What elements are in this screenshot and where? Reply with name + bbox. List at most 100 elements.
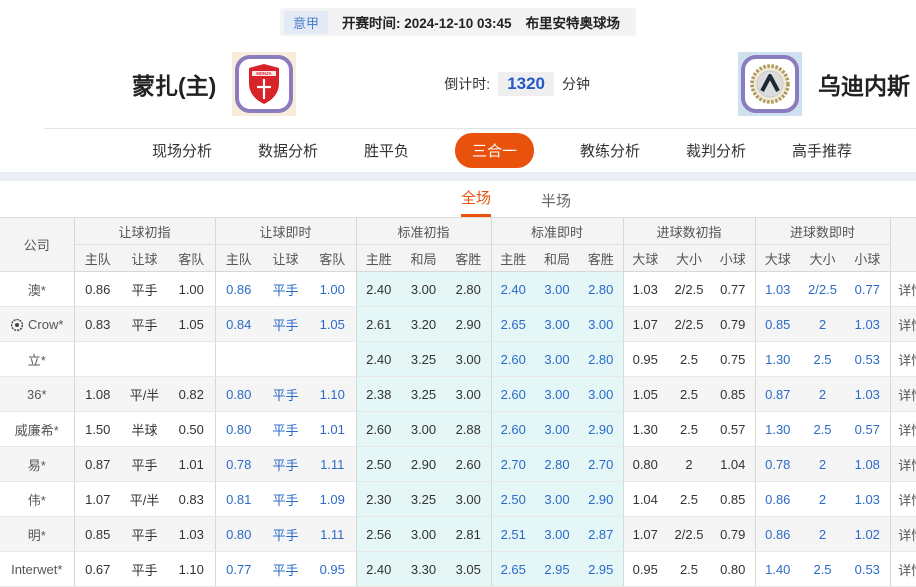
tab-data-analysis[interactable]: 数据分析: [258, 140, 318, 161]
odds-cell: 3.00: [535, 516, 579, 552]
odds-cell: 0.86: [754, 516, 801, 552]
odds-cell: 1.03: [845, 481, 891, 517]
tab-referee-analysis[interactable]: 裁判分析: [686, 140, 746, 161]
crow-bookmaker-icon: [10, 318, 24, 331]
detail-link[interactable]: 详情: [889, 481, 916, 517]
countdown: 倒计时: 1320 分钟: [296, 72, 738, 96]
odds-cell: 0.80: [622, 446, 667, 482]
kickoff-label: 开赛时间:: [341, 16, 401, 31]
away-team: 乌迪内斯: [738, 52, 910, 116]
udinese-logo: [741, 55, 799, 113]
svg-text:MONZA: MONZA: [257, 71, 272, 76]
kickoff-value: 2024-12-10 03:45: [404, 16, 512, 31]
odds-cell: 2/2.5: [667, 306, 711, 342]
bookmaker-cell: 易*: [0, 446, 75, 482]
subheader: 大小: [800, 244, 846, 272]
odds-cell: 1.01: [168, 446, 215, 482]
subheader: 和局: [401, 244, 446, 272]
odds-cell: 2: [800, 306, 846, 342]
odds-cell: 2.51: [490, 516, 535, 552]
odds-cell: 2.40: [355, 341, 401, 377]
subheader: 主胜: [355, 244, 401, 272]
odds-cell: 0.67: [74, 551, 121, 587]
odds-cell: [214, 341, 262, 377]
detail-link[interactable]: 详情: [889, 271, 916, 307]
detail-column-header: [889, 217, 916, 272]
tab-half-match[interactable]: 半场: [541, 190, 571, 217]
odds-cell: 2.65: [490, 551, 535, 587]
odds-cell: 3.00: [535, 411, 579, 447]
odds-cell: 0.86: [754, 481, 801, 517]
bookmaker-name: 澳*: [27, 282, 46, 298]
detail-link[interactable]: 详情: [889, 516, 916, 552]
group-header-goals-live: 进球数即时: [754, 217, 891, 245]
odds-cell: 3.05: [446, 551, 491, 587]
subheader: 客队: [309, 244, 356, 272]
period-tabs: 全场 半场: [58, 181, 916, 217]
odds-cell: 平手: [262, 481, 309, 517]
monza-shield-icon: MONZA: [249, 64, 280, 104]
odds-cell: 1.40: [754, 551, 801, 587]
bookmaker-cell: 威廉希*: [0, 411, 75, 447]
odds-cell: 2.30: [355, 481, 401, 517]
odds-cell: 0.77: [845, 271, 891, 307]
detail-link[interactable]: 详情: [889, 306, 916, 342]
odds-cell: 3.00: [535, 271, 579, 307]
tab-full-match[interactable]: 全场: [460, 187, 491, 217]
odds-cell: 1.30: [754, 341, 801, 377]
odds-cell: 1.03: [168, 516, 215, 552]
odds-cell: 3.00: [446, 376, 491, 412]
odds-cell: 0.87: [74, 446, 121, 482]
odds-cell: 2: [800, 446, 846, 482]
odds-cell: 1.04: [711, 446, 756, 482]
odds-cell: 0.80: [214, 516, 262, 552]
countdown-unit: 分钟: [562, 76, 591, 92]
odds-cell: 2.61: [355, 306, 401, 342]
subheader: 客胜: [579, 244, 623, 272]
odds-cell: 0.57: [711, 411, 756, 447]
odds-cell: 0.85: [74, 516, 121, 552]
odds-cell: 1.30: [754, 411, 801, 447]
odds-cell: 2.5: [667, 481, 711, 517]
odds-cell: 0.78: [754, 446, 801, 482]
odds-cell: 2.60: [490, 341, 535, 377]
tab-coach-analysis[interactable]: 教练分析: [580, 140, 640, 161]
detail-link[interactable]: 详情: [889, 446, 916, 482]
odds-cell: 2.5: [800, 411, 846, 447]
subheader: 客胜: [446, 244, 491, 272]
odds-cell: 3.00: [401, 411, 446, 447]
odds-cell: 1.10: [309, 376, 356, 412]
subheader: 大球: [622, 244, 667, 272]
bookmaker-cell: 伟*: [0, 481, 75, 517]
odds-cell: 0.78: [214, 446, 262, 482]
odds-cell: 1.30: [622, 411, 667, 447]
bookmaker-name: Crow*: [28, 316, 64, 332]
odds-cell: 平手: [262, 306, 309, 342]
odds-cell: 2.40: [490, 271, 535, 307]
detail-link[interactable]: 详情: [889, 551, 916, 587]
odds-cell: 0.95: [622, 551, 667, 587]
odds-cell: 0.53: [845, 551, 891, 587]
odds-cell: 2: [800, 516, 846, 552]
odds-cell: 2.80: [579, 341, 623, 377]
detail-link[interactable]: 详情: [889, 376, 916, 412]
odds-cell: [121, 341, 168, 377]
monza-logo: MONZA: [235, 55, 294, 113]
bookmaker-cell: 立*: [0, 341, 75, 377]
detail-link[interactable]: 详情: [889, 341, 916, 377]
odds-cell: 3.00: [535, 481, 579, 517]
tab-three-in-one[interactable]: 三合一: [454, 133, 534, 168]
company-column-header: 公司: [0, 217, 75, 272]
bookmaker-name: 伟*: [27, 492, 46, 508]
odds-cell: 2.90: [401, 446, 446, 482]
odds-cell: 3.20: [401, 306, 446, 342]
odds-table-wrap: 公司 让球初指 让球即时 标准初指 标准即时 进球数初指 进球数即时 主队 让球…: [0, 217, 916, 587]
tab-win-draw-lose[interactable]: 胜平负: [364, 140, 409, 161]
subheader: 和局: [535, 244, 579, 272]
odds-cell: 0.80: [214, 411, 262, 447]
tab-expert-picks[interactable]: 高手推荐: [792, 140, 852, 161]
analysis-nav: 现场分析 数据分析 胜平负 三合一 教练分析 裁判分析 高手推荐: [44, 128, 916, 172]
detail-link[interactable]: 详情: [889, 411, 916, 447]
tab-live-analysis[interactable]: 现场分析: [152, 140, 212, 161]
subheader: 主队: [214, 244, 262, 272]
